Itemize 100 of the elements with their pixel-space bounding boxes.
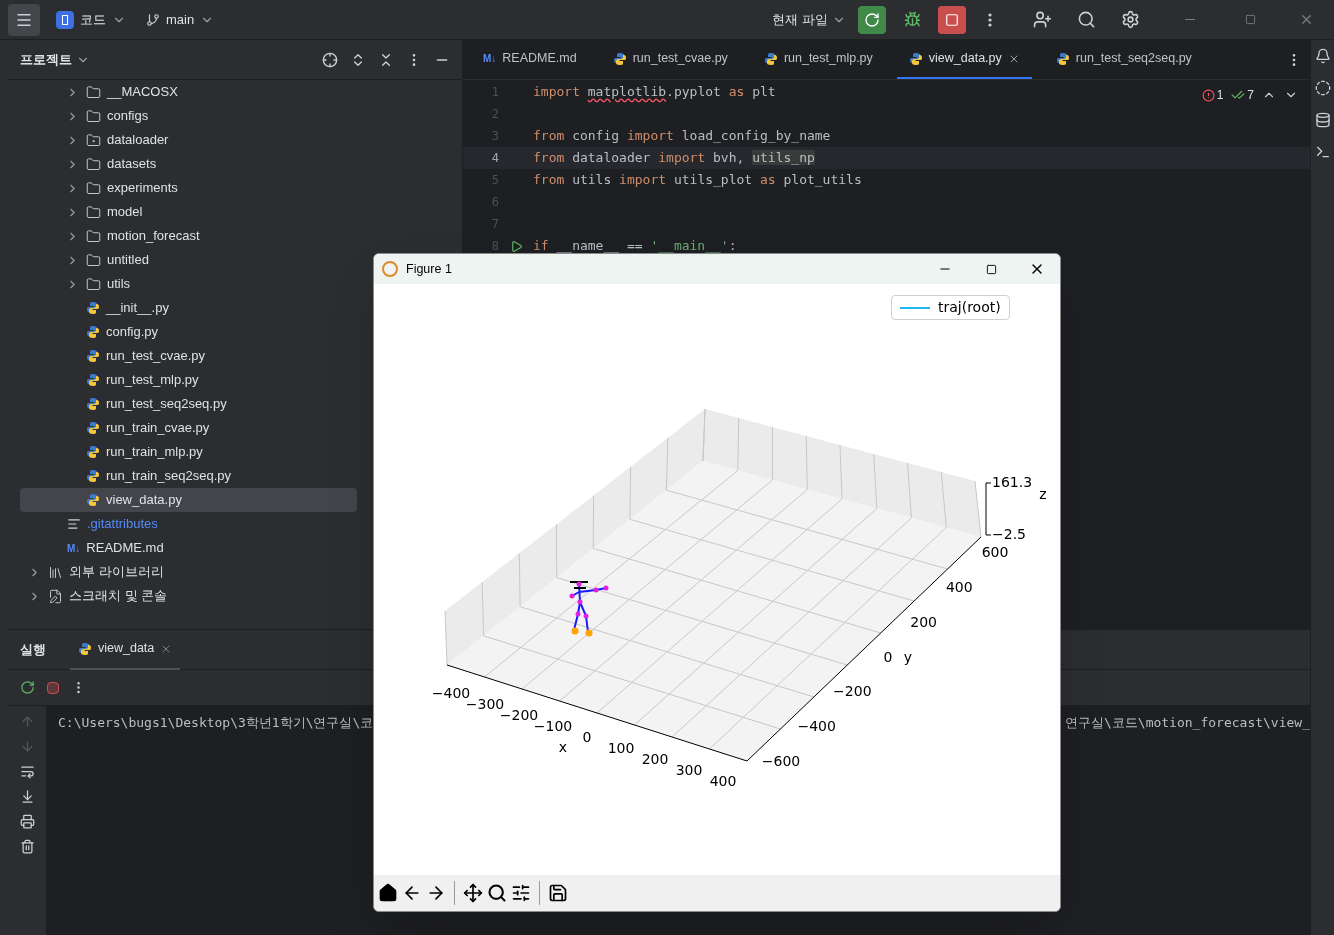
rerun-button[interactable] — [858, 5, 886, 34]
editor-tab[interactable]: run_test_mlp.py — [751, 40, 885, 79]
tree-item[interactable]: 스크래치 및 콘솔 — [20, 584, 357, 608]
soft-wrap-icon[interactable] — [19, 764, 35, 779]
tree-item[interactable]: motion_forecast — [20, 224, 357, 248]
tree-item[interactable]: view_data.py — [20, 488, 357, 512]
stop-icon[interactable] — [47, 681, 59, 694]
tree-item[interactable]: run_train_mlp.py — [20, 440, 357, 464]
stop-button[interactable] — [938, 5, 966, 34]
z-tick-label: 161.3 — [992, 474, 1033, 490]
tree-item[interactable]: model — [20, 200, 357, 224]
z-axis-label: z — [1039, 486, 1047, 502]
python-file-icon — [86, 469, 100, 483]
project-view-selector[interactable]: 프로젝트 — [20, 49, 90, 70]
folder-icon — [86, 228, 101, 244]
zoom-icon[interactable] — [487, 883, 507, 903]
tree-item[interactable]: config.py — [20, 320, 357, 344]
save-icon[interactable] — [548, 883, 568, 903]
stop-icon — [945, 12, 959, 27]
tree-item-label: run_train_mlp.py — [106, 443, 203, 462]
x-tick-label: 0 — [582, 729, 592, 745]
tree-item[interactable]: datasets — [20, 152, 357, 176]
tree-item[interactable]: untitled — [20, 248, 357, 272]
tree-item[interactable]: .gitattributes — [20, 512, 357, 536]
code-line: from utils import utils_plot as plot_utils — [533, 171, 862, 190]
tree-item-label: utils — [107, 275, 131, 294]
main-menu-button[interactable] — [8, 3, 40, 36]
scratch-icon — [48, 588, 63, 604]
double-check-icon — [1231, 88, 1246, 102]
tree-item-label: view_data.py — [106, 491, 182, 510]
tree-item[interactable]: run_test_cvae.py — [20, 344, 357, 368]
minimize-icon — [1185, 19, 1195, 20]
skeleton-drawing — [569, 581, 609, 637]
z-axis — [985, 482, 992, 536]
print-icon[interactable] — [19, 814, 35, 829]
maximize-icon — [985, 263, 997, 275]
y-tick-label: 0 — [883, 648, 893, 665]
python-file-icon — [908, 51, 923, 66]
settings-icon — [1120, 10, 1140, 29]
tree-item[interactable]: M↓ README.md — [20, 536, 357, 560]
home-icon[interactable] — [378, 883, 398, 903]
locate-icon[interactable] — [322, 51, 338, 68]
python-file-icon — [86, 445, 100, 459]
project-selector[interactable]: 코드 — [52, 9, 130, 30]
console-icon[interactable] — [1314, 144, 1331, 160]
editor-tab[interactable]: view_data.py — [896, 40, 1032, 79]
x-tick-label: 300 — [675, 762, 703, 778]
tree-item[interactable]: configs — [20, 104, 357, 128]
tree-item[interactable]: 외부 라이브러리 — [20, 560, 357, 584]
branch-icon — [146, 12, 160, 27]
run-panel-title: 실행 — [20, 640, 46, 659]
tree-item-label: run_train_cvae.py — [106, 419, 210, 438]
trash-icon[interactable] — [19, 839, 35, 854]
tree-item[interactable]: run_test_seq2seq.py — [20, 392, 357, 416]
configure-icon[interactable] — [511, 883, 531, 903]
warning-count[interactable]: 7 — [1231, 86, 1254, 104]
markdown-label: M↓ — [67, 541, 81, 556]
editor-tab[interactable]: run_test_seq2seq.py — [1043, 40, 1204, 79]
tree-item[interactable]: dataloader — [20, 128, 357, 152]
package-folder-icon — [86, 132, 101, 148]
run-gutter-icon[interactable] — [509, 239, 523, 253]
folder-icon — [86, 252, 101, 268]
figure-app-icon — [382, 261, 398, 277]
tree-item-label: motion_forecast — [107, 227, 200, 246]
tree-item[interactable]: __MACOSX — [20, 80, 357, 104]
database-icon[interactable] — [1314, 112, 1331, 128]
console-text: C:\Users\bugs1\Desktop\3학년1학기\연구실\코 — [57, 714, 374, 732]
y-tick-label: 600 — [981, 544, 1009, 560]
tree-item[interactable]: experiments — [20, 176, 357, 200]
folder-icon — [86, 204, 101, 220]
y-tick-label: −400 — [797, 718, 836, 735]
run-config-selector[interactable]: 현재 파일 — [772, 9, 846, 30]
tree-item-label: run_train_seq2seq.py — [106, 467, 232, 486]
tree-item-label: untitled — [107, 251, 149, 270]
add-user-icon — [1032, 10, 1052, 29]
pan-icon[interactable] — [463, 883, 483, 903]
tree-item[interactable]: run_test_mlp.py — [20, 368, 357, 392]
tree-item-label: README.md — [86, 539, 164, 558]
library-icon — [48, 564, 63, 580]
run-tab[interactable]: view_data — [70, 629, 181, 670]
text-file-icon — [67, 517, 81, 531]
search-icon — [1076, 10, 1096, 29]
tree-item[interactable]: utils — [20, 272, 357, 296]
editor-tab[interactable]: M↓ README.md — [471, 40, 589, 79]
tree-item[interactable]: __init__.py — [20, 296, 357, 320]
rerun-icon[interactable] — [20, 680, 35, 695]
branch-selector[interactable]: main — [142, 9, 219, 30]
z-tick-label: −2.5 — [992, 526, 1026, 542]
notifications-icon[interactable] — [1314, 48, 1331, 64]
tree-item[interactable]: run_train_cvae.py — [20, 416, 357, 440]
line-number: 4 — [490, 150, 499, 167]
y-tick-label: −200 — [833, 683, 872, 700]
y-tick-label: 400 — [945, 578, 973, 595]
tree-item-label: 외부 라이브러리 — [69, 563, 164, 582]
bug-icon — [903, 11, 921, 28]
python-file-icon — [86, 493, 100, 507]
error-count[interactable]: 1 — [1201, 86, 1224, 104]
python-file-icon — [86, 373, 100, 387]
editor-tab[interactable]: run_test_cvae.py — [600, 40, 740, 79]
tree-item[interactable]: run_train_seq2seq.py — [20, 464, 357, 488]
